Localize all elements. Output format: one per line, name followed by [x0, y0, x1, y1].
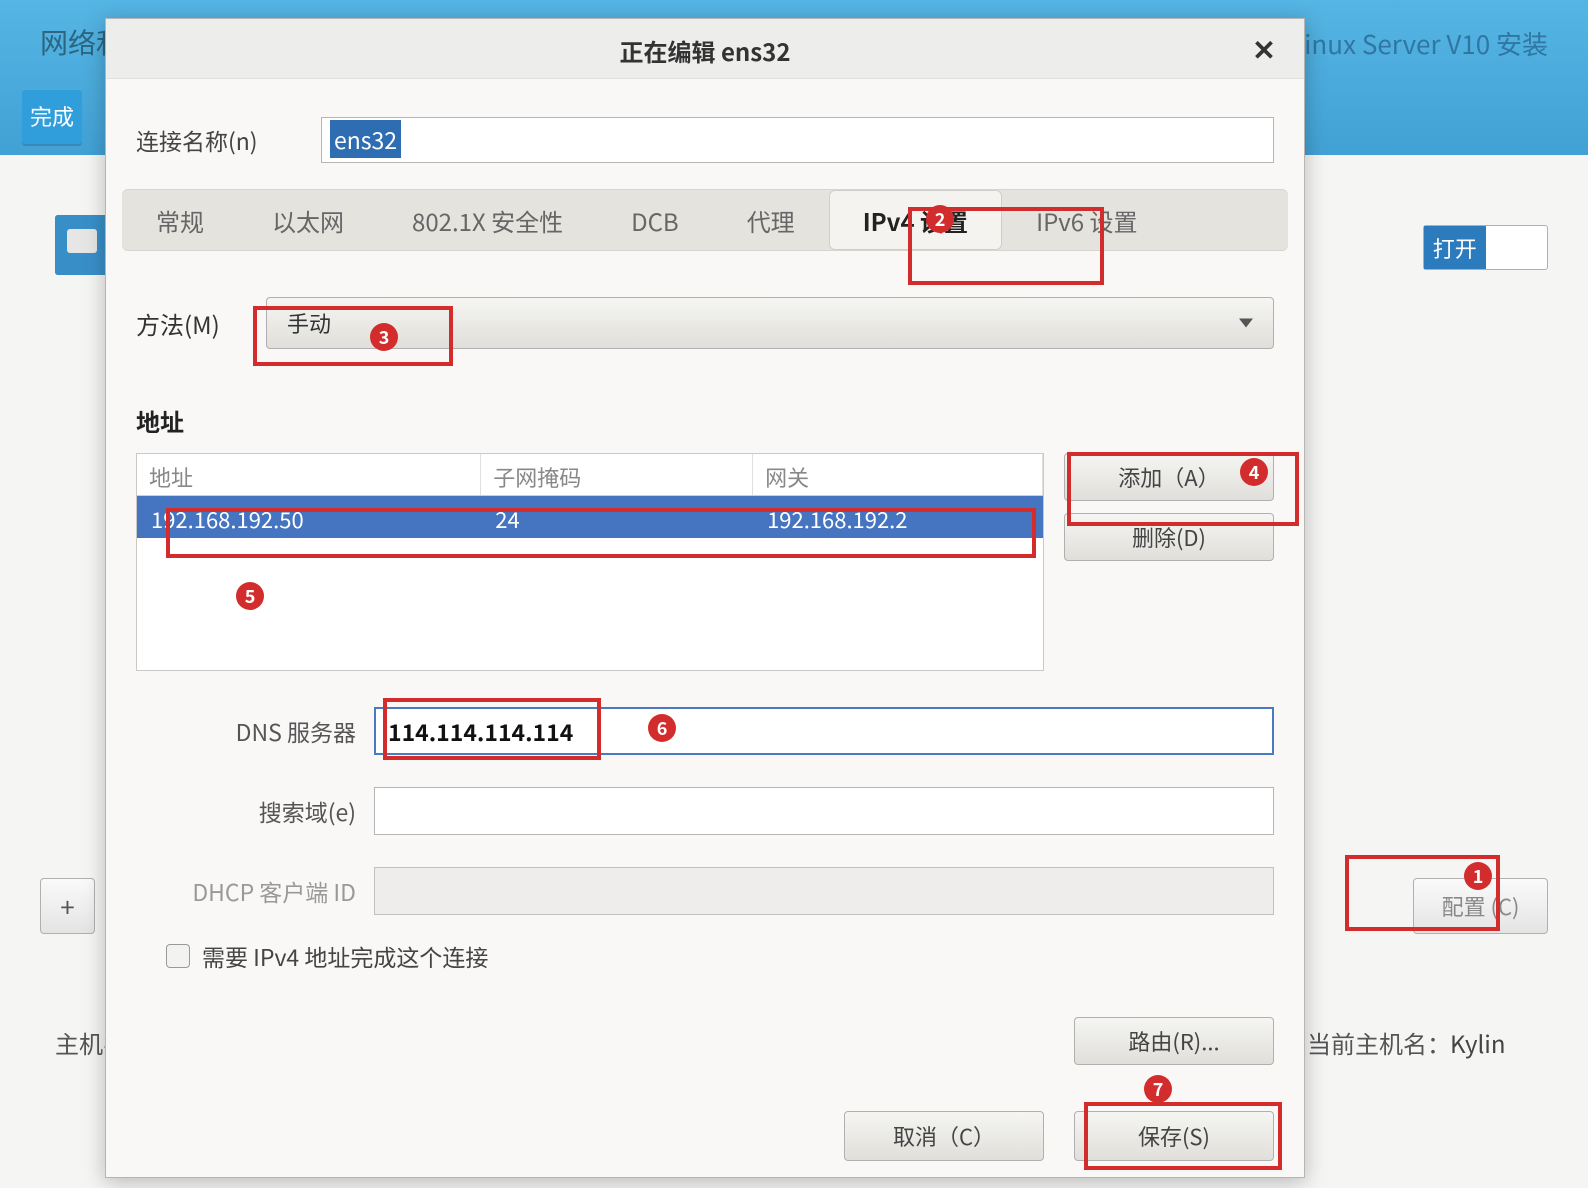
method-select[interactable]: 手动 — [266, 297, 1274, 349]
callout-6-num: 6 — [648, 714, 676, 742]
tab-8021x[interactable]: 802.1X 安全性 — [378, 190, 597, 250]
callout-4-num: 4 — [1240, 458, 1268, 486]
tab-general[interactable]: 常规 — [122, 190, 238, 250]
method-row: 方法(M) 手动 — [106, 251, 1304, 373]
callout-7-num: 7 — [1144, 1075, 1172, 1103]
tab-ipv6[interactable]: IPv6 设置 — [1002, 190, 1171, 250]
col-address: 地址 — [137, 454, 481, 495]
callout-2-num: 2 — [926, 205, 954, 233]
connection-name-input[interactable]: ens32 — [321, 117, 1274, 163]
addresses-title: 地址 — [106, 373, 1304, 438]
done-button[interactable]: 完成 — [22, 90, 82, 144]
search-domain-input[interactable] — [374, 787, 1274, 835]
require-ipv4-row[interactable]: 需要 IPv4 地址完成这个连接 — [106, 915, 1304, 973]
cell-netmask[interactable]: 24 — [481, 496, 753, 538]
addresses-table: 地址 子网掩码 网关 192.168.192.50 24 192.168.192… — [136, 453, 1044, 671]
dns-label: DNS 服务器 — [136, 714, 356, 748]
callout-1-num: 1 — [1464, 862, 1492, 890]
current-hostname-label: 当前主机名： — [1307, 1025, 1451, 1060]
method-label: 方法(M) — [136, 306, 236, 341]
dns-search-dhcp: DNS 服务器 搜索域(e) DHCP 客户端 ID — [106, 671, 1304, 915]
col-gateway: 网关 — [753, 454, 1043, 495]
callout-5-num: 5 — [236, 582, 264, 610]
address-buttons: 添加（A） 删除(D) — [1064, 453, 1274, 671]
dialog-footer: 取消（C） 保存(S) — [106, 1065, 1304, 1161]
dialog-header: 正在编辑 ens32 ✕ — [106, 19, 1304, 79]
cell-address[interactable]: 192.168.192.50 — [137, 496, 481, 538]
address-row[interactable]: 192.168.192.50 24 192.168.192.2 — [137, 496, 1043, 538]
delete-address-button[interactable]: 删除(D) — [1064, 513, 1274, 561]
cell-gateway[interactable]: 192.168.192.2 — [753, 496, 1043, 538]
tab-dcb[interactable]: DCB — [597, 190, 713, 250]
tab-ethernet[interactable]: 以太网 — [238, 190, 378, 250]
dialog-title: 正在编辑 ens32 — [620, 33, 791, 68]
routes-button[interactable]: 路由(R)... — [1074, 1017, 1274, 1065]
tab-ipv4[interactable]: IPv4 设置 — [829, 190, 1002, 250]
close-button[interactable]: ✕ — [1244, 29, 1284, 69]
dhcp-client-id-label: DHCP 客户端 ID — [136, 874, 356, 908]
save-button[interactable]: 保存(S) — [1074, 1111, 1274, 1161]
addresses-table-header: 地址 子网掩码 网关 — [137, 454, 1043, 496]
cancel-button[interactable]: 取消（C） — [844, 1111, 1044, 1161]
connection-name-label: 连接名称(n) — [136, 123, 291, 157]
method-value: 手动 — [287, 307, 331, 339]
search-domain-label: 搜索域(e) — [136, 794, 356, 828]
connection-name-row: 连接名称(n) ens32 — [106, 79, 1304, 181]
dhcp-client-id-input — [374, 867, 1274, 915]
require-ipv4-label: 需要 IPv4 地址完成这个连接 — [202, 939, 488, 973]
callout-3-num: 3 — [370, 323, 398, 351]
toggle-on-label: 打开 — [1424, 226, 1486, 269]
col-netmask: 子网掩码 — [481, 454, 753, 495]
add-device-button[interactable]: + — [40, 878, 95, 934]
tabs: 常规 以太网 802.1X 安全性 DCB 代理 IPv4 设置 IPv6 设置 — [122, 189, 1288, 251]
require-ipv4-checkbox[interactable] — [166, 944, 190, 968]
tab-proxy[interactable]: 代理 — [713, 190, 829, 250]
addresses-area: 地址 子网掩码 网关 192.168.192.50 24 192.168.192… — [106, 438, 1304, 671]
dns-input[interactable] — [374, 707, 1274, 755]
connection-toggle[interactable]: 打开 — [1423, 225, 1548, 270]
connection-name-value: ens32 — [330, 120, 401, 158]
current-hostname-value: Kylin — [1450, 1025, 1506, 1060]
edit-connection-dialog: 正在编辑 ens32 ✕ 连接名称(n) ens32 常规 以太网 802.1X… — [105, 18, 1305, 1178]
